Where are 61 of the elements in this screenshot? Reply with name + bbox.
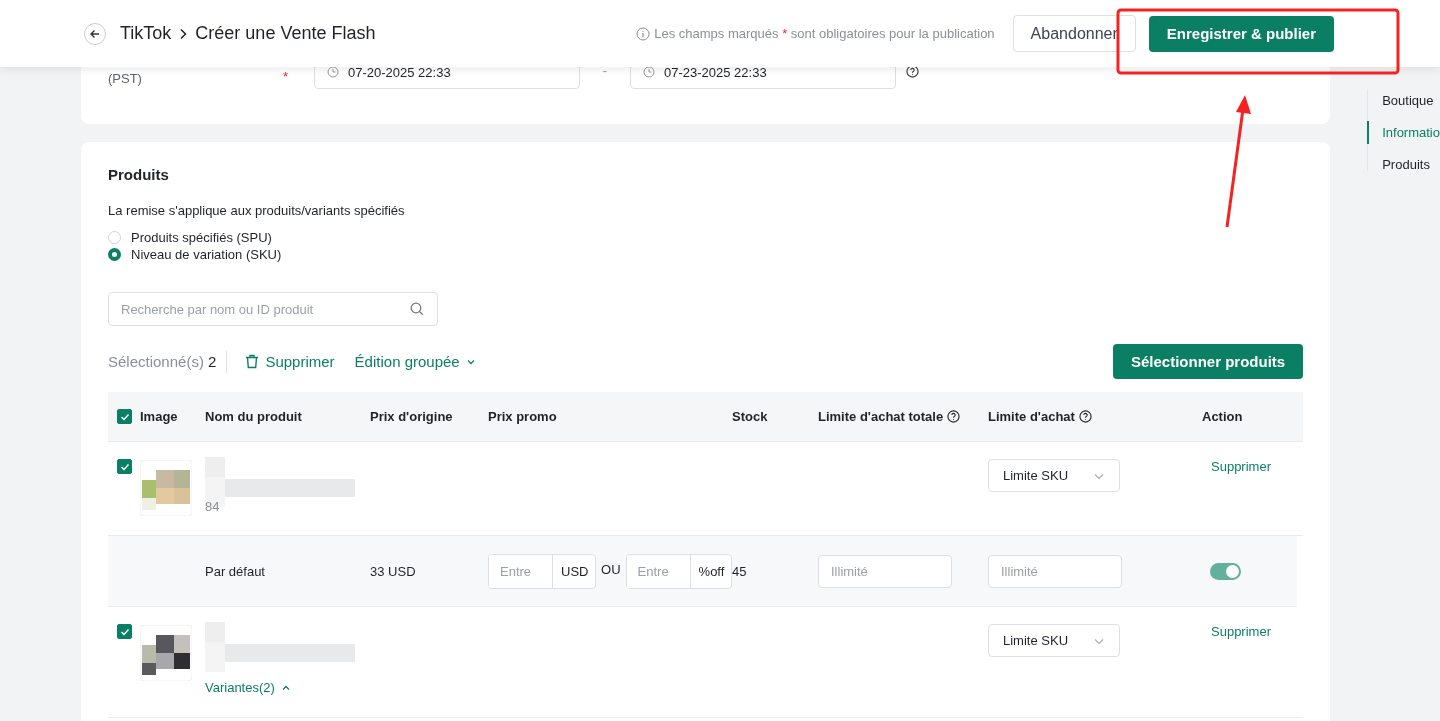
required-mark: * — [282, 69, 288, 86]
breadcrumb-item: Créer une Vente Flash — [195, 23, 376, 44]
or-label: OU — [601, 561, 621, 577]
column-header: Action — [1202, 409, 1243, 424]
delete-link[interactable]: Supprimer — [1211, 459, 1271, 474]
period-label: (PST) — [108, 71, 142, 86]
limit-select[interactable]: Limite SKU — [988, 459, 1120, 492]
breadcrumb-item[interactable]: TikTok — [120, 23, 172, 44]
end-date-field[interactable]: 07-23-2025 22:33 — [630, 67, 896, 89]
row-checkbox[interactable] — [117, 459, 132, 474]
row-checkbox[interactable] — [117, 624, 132, 639]
column-header: Image — [140, 409, 178, 424]
limit-select[interactable]: Limite SKU — [988, 624, 1120, 657]
selection-count: Sélectionné(s) 2 — [108, 353, 217, 370]
toggle-switch[interactable] — [1210, 562, 1241, 580]
clock-icon — [643, 67, 655, 78]
promo-price-field[interactable]: Entre USD — [488, 553, 597, 589]
variants-toggle[interactable]: Variantes(2) — [205, 680, 291, 695]
back-arrow-icon — [89, 27, 101, 40]
bulk-edit-dropdown[interactable]: Édition groupée — [354, 353, 476, 370]
product-id-fragment: 84 — [205, 499, 220, 514]
delete-button[interactable]: Supprimer — [245, 353, 335, 370]
back-button[interactable] — [84, 22, 106, 45]
table-cell: 33 USD — [370, 563, 416, 579]
required-fields-notice: Les champs marqués * sont obligatoires pour la publication — [654, 26, 995, 41]
help-icon[interactable] — [1078, 410, 1092, 423]
column-header: Limite d'achat totale — [818, 409, 944, 424]
section-description: La remise s'applique aux produits/variants spécifiés — [108, 203, 406, 218]
column-header: Limite d'achat — [988, 409, 1075, 424]
radio-option[interactable]: Niveau de variation (SKU) — [108, 247, 1304, 262]
check-icon — [119, 626, 130, 637]
publish-button[interactable]: Enregistrer & publier — [1148, 15, 1334, 52]
select-products-button[interactable]: Sélectionner produits — [1113, 344, 1304, 379]
help-icon[interactable] — [906, 67, 919, 78]
trash-icon — [245, 354, 260, 369]
search-icon — [410, 302, 424, 316]
total-limit-field[interactable]: Illimité — [818, 554, 952, 588]
column-header: Prix promo — [488, 409, 557, 424]
check-icon — [119, 461, 130, 472]
limit-field[interactable]: Illimité — [988, 554, 1122, 588]
anchor-nav-item[interactable]: Produits — [1367, 153, 1440, 176]
discount-percent-field[interactable]: Entre %off — [625, 553, 732, 589]
column-header: Prix d'origine — [370, 409, 453, 424]
anchor-nav-item[interactable]: Boutique — [1367, 89, 1440, 112]
info-icon — [636, 26, 651, 41]
section-title: Produits — [108, 166, 170, 183]
delete-link[interactable]: Supprimer — [1211, 624, 1271, 639]
radio-option[interactable]: Produits spécifiés (SPU) — [108, 230, 1304, 245]
help-icon[interactable] — [947, 410, 961, 423]
select-all-checkbox[interactable] — [117, 409, 132, 424]
variant-name: Par défaut — [205, 563, 265, 579]
clock-icon — [327, 67, 339, 78]
column-header: Stock — [732, 409, 768, 424]
column-header: Nom du produit — [205, 409, 302, 424]
range-separator: - — [601, 67, 609, 80]
table-cell: 45 — [732, 563, 747, 579]
check-icon — [119, 411, 130, 422]
anchor-nav-item[interactable]: Informatio — [1367, 121, 1440, 144]
chevron-right-icon — [179, 27, 188, 40]
start-date-field[interactable]: 07-20-2025 22:33 — [314, 67, 580, 89]
search-field[interactable]: Recherche par nom ou ID produit — [108, 292, 438, 326]
